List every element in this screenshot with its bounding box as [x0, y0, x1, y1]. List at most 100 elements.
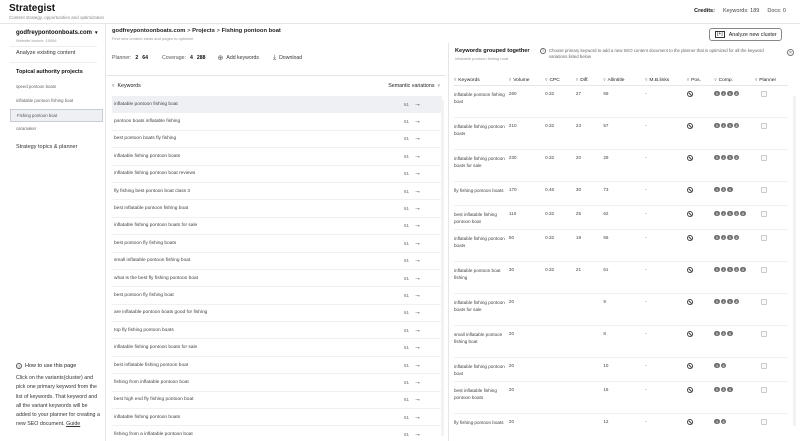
keyword-row[interactable]: small inflatable pontoon fishing boat 61 → — [112, 253, 442, 270]
keyword-row[interactable]: inflatable fishing pontoon boats 61 → — [112, 409, 442, 427]
close-icon[interactable]: × — [787, 49, 794, 56]
arrow-right-icon[interactable]: → — [414, 188, 421, 195]
keyword-row[interactable]: fishing from inflatable pontoon boat 61 → — [112, 374, 442, 392]
table-row[interactable]: fly fishing pontoon boats 170 0.46 30 73- 4 5 6 — [454, 181, 788, 206]
arrow-right-icon[interactable]: → — [414, 135, 421, 142]
col-header[interactable]: ▿ Keywords — [454, 75, 509, 86]
planner-checkbox[interactable] — [760, 418, 767, 425]
guide-link[interactable]: Guide — [66, 421, 80, 427]
sidebar-project-item[interactable]: inflatable pontoon fishing boat — [16, 98, 73, 103]
sidebar-project-item[interactable]: speed pontoon boats — [16, 84, 56, 89]
keyword-row[interactable]: best inflatable pontoon fishing boat 61 → — [112, 200, 442, 218]
arrow-right-icon[interactable]: → — [414, 327, 421, 334]
sidebar-project-item[interactable]: caramaker — [16, 126, 36, 131]
keyword-row[interactable]: inflatable fishing pontoon boats for sal… — [112, 339, 442, 357]
add-keywords-button[interactable]: ⊕ Add keywords — [217, 54, 258, 62]
col-keywords[interactable]: Keywords — [118, 83, 141, 89]
arrow-right-icon[interactable]: → — [414, 222, 421, 229]
arrow-right-icon[interactable]: → — [414, 275, 421, 282]
arrow-right-icon[interactable]: → — [414, 153, 421, 160]
table-row[interactable]: inflatable fishing pontoon boats for sal… — [454, 149, 788, 182]
arrow-right-icon[interactable]: → — [414, 309, 421, 316]
filter-icon[interactable]: ▿ — [437, 83, 440, 89]
col-header[interactable]: ▿ M.B.links — [645, 75, 687, 86]
table-row[interactable]: inflatable fishing pontoon boat 20 10- 4 6 — [454, 357, 788, 382]
crumb-domain[interactable]: godfreypontoonboats.com — [112, 28, 185, 34]
arrow-right-icon[interactable]: → — [414, 414, 421, 421]
arrow-right-icon[interactable]: → — [414, 362, 421, 369]
table-row[interactable]: inflatable pontoon fishing boat 260 0.32 27… — [454, 85, 788, 118]
col-header[interactable]: ▿ Volume — [508, 75, 546, 86]
table-row[interactable]: inflatable fishing pontoon boats 210 0.32 2… — [454, 117, 788, 150]
mb-links-cell: - — [645, 261, 687, 294]
table-row[interactable]: small inflatable pontoon fishing boat 20 8… — [454, 325, 788, 358]
col-header[interactable]: ▿ CPC — [545, 75, 576, 86]
arrow-right-icon[interactable]: → — [414, 118, 421, 125]
planner-checkbox[interactable] — [760, 362, 767, 369]
arrow-right-icon[interactable]: → — [414, 170, 421, 177]
col-header[interactable]: ▿ Allintitle — [603, 75, 646, 86]
keyword-row[interactable]: best pontoon fly fishing boat 61 → — [112, 287, 442, 305]
table-row[interactable]: best inflatable fishing pontoon boats 20 1… — [454, 381, 788, 414]
planner-cell — [754, 85, 788, 118]
arrow-right-icon[interactable]: → — [414, 292, 421, 299]
col-header[interactable]: ▿ Pos. — [686, 75, 715, 86]
planner-checkbox[interactable] — [760, 210, 767, 217]
keyword-row[interactable]: inflatable fishing pontoon boats for sal… — [112, 218, 442, 236]
table-row[interactable]: inflatable fishing pontoon boats 50 0.32 19… — [454, 229, 788, 262]
keyword-row[interactable]: inflatable fishing pontoon boat reviews 6… — [112, 166, 442, 183]
competition-badge: 8 — [733, 90, 740, 97]
planner-checkbox[interactable] — [760, 90, 767, 97]
keyword-row[interactable]: what is the best fly fishing pontoon boa… — [112, 270, 442, 288]
keyword-row[interactable]: best pontoon boats fly fishing 61 → — [112, 131, 442, 149]
keyword-text: best pontoon fly fishing boat — [114, 292, 174, 298]
keyword-row[interactable]: pontoon boats inflatable fishing 61 → — [112, 113, 442, 131]
planner-checkbox[interactable] — [760, 386, 767, 393]
planner-checkbox[interactable] — [760, 186, 767, 193]
planner-checkbox[interactable] — [760, 266, 767, 273]
keyword-row[interactable]: fly fishing best pontoon boat class 3 61 → — [112, 183, 442, 201]
planner-checkbox[interactable] — [760, 298, 767, 305]
table-row[interactable]: inflatable pontoon boat fishing 30 0.32 21 6… — [454, 261, 788, 294]
arrow-right-icon[interactable]: → — [414, 240, 421, 247]
crumb-projects[interactable]: Projects — [192, 28, 215, 34]
keyword-row[interactable]: inflatable fishing pontoon boats 61 → — [112, 148, 442, 166]
analyze-new-cluster-button[interactable]: [+] Analyze new cluster — [709, 28, 782, 41]
sidebar-item-topical[interactable]: Topical authority projects — [16, 69, 83, 75]
col-semantic-variations[interactable]: Semantic variations — [388, 83, 434, 89]
sidebar-item-strategy[interactable]: Strategy topics & planner — [16, 144, 77, 150]
scrollbar[interactable] — [441, 100, 444, 436]
col-header[interactable]: ▿ Diff. — [575, 75, 604, 86]
download-button[interactable]: ⤓ Download — [273, 54, 302, 62]
competition-cell: 456 — [714, 181, 755, 206]
keyword-row[interactable]: best high end fly fishing pontoon boat 61… — [112, 392, 442, 410]
keyword-row[interactable]: fishing from a inflatable pontoon boat 61… — [112, 426, 442, 441]
planner-checkbox[interactable] — [760, 154, 767, 161]
planner-checkbox[interactable] — [760, 234, 767, 241]
arrow-right-icon[interactable]: → — [414, 257, 421, 264]
table-row[interactable]: inflatable fishing pontoon boats for sal… — [454, 293, 788, 326]
filter-icon[interactable]: ▿ — [112, 83, 115, 89]
keyword-row[interactable]: best inflatable fishing pontoon boat 61 → — [112, 357, 442, 375]
not-ranking-icon — [686, 154, 693, 161]
arrow-right-icon[interactable]: → — [414, 431, 421, 438]
sidebar-item-analyze[interactable]: Analyze existing content — [16, 50, 75, 56]
keyword-row[interactable]: inflatable pontoon fishing boat 61 → — [112, 96, 442, 114]
keyword-row[interactable]: best pontoon fly fishing boats 61 → — [112, 235, 442, 253]
keyword-row[interactable]: are inflatable pontoon boats good for fi… — [112, 305, 442, 323]
arrow-right-icon[interactable]: → — [414, 101, 421, 108]
table-row[interactable]: fly fishing pontoon boats 20 12- 4 6 — [454, 413, 788, 441]
arrow-right-icon[interactable]: → — [414, 396, 421, 403]
col-header[interactable]: ▿ Planner — [754, 75, 788, 86]
planner-checkbox[interactable] — [760, 330, 767, 337]
col-header[interactable]: ▿ Comp. — [714, 75, 755, 86]
arrow-right-icon[interactable]: → — [414, 379, 421, 386]
sidebar-project-item-active[interactable]: Fishing pontoon boat — [10, 109, 103, 122]
keyword-row[interactable]: top fly fishing pontoon boats 61 → — [112, 322, 442, 340]
scrollbar[interactable] — [793, 96, 796, 426]
domain-selector[interactable]: godfreypontoonboats.com ▾ — [16, 30, 98, 36]
planner-checkbox[interactable] — [760, 122, 767, 129]
arrow-right-icon[interactable]: → — [414, 344, 421, 351]
table-row[interactable]: best inflatable fishing pontoon boat 110 0… — [454, 205, 788, 230]
arrow-right-icon[interactable]: → — [414, 205, 421, 212]
